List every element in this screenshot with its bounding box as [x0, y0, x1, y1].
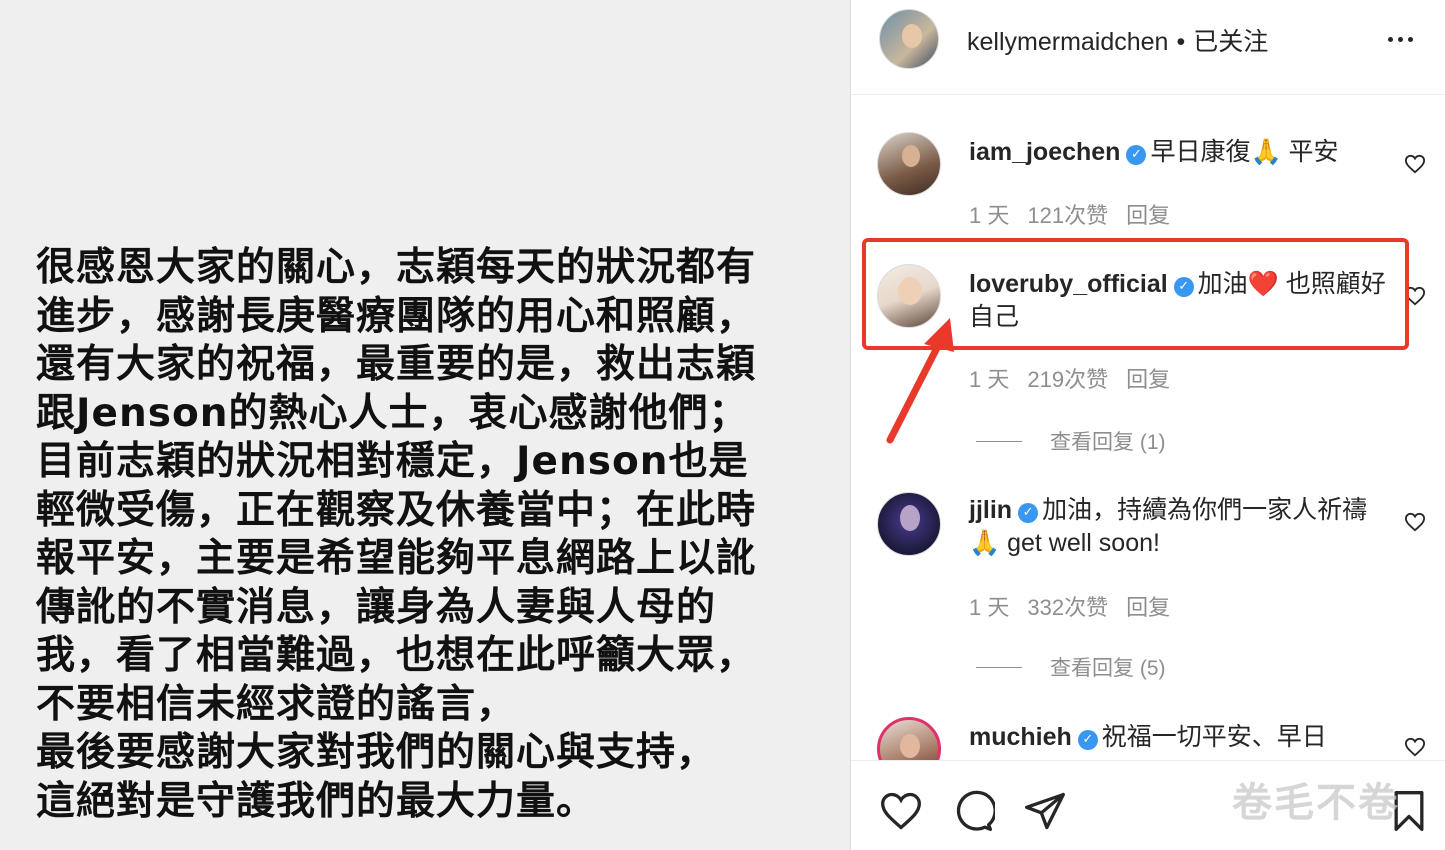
like-heart-icon[interactable] [879, 789, 923, 833]
reply-button[interactable]: 回复 [1126, 595, 1170, 620]
comment-likes[interactable]: 219次赞 [1027, 367, 1108, 392]
post-line: 還有大家的祝福，最重要的是，救出志穎 [36, 342, 757, 387]
comment-meta: 1 天 219次赞 回复 [969, 362, 1188, 394]
post-line: 傳訛的不實消息，讓身為人妻與人母的 [36, 584, 717, 630]
like-comment-heart-icon[interactable] [1404, 154, 1426, 174]
comment-text: iam_joechen ✓ 早日康復🙏 平安 [969, 136, 1389, 169]
view-replies-link[interactable]: 查看回复 (5) [976, 652, 1166, 682]
post-line: 最後要感謝大家對我們的關心與支持， [36, 730, 717, 775]
post-line: 很感恩大家的關心，志穎每天的狀況都有 [36, 245, 757, 290]
commenter-avatar[interactable] [877, 132, 941, 196]
comment-likes[interactable]: 332次赞 [1027, 595, 1108, 620]
comment-time: 1 天 [969, 367, 1010, 392]
comment-text: muchieh ✓ 祝福一切平安、早日 [969, 721, 1389, 754]
replies-divider [976, 441, 1022, 442]
comment-item: iam_joechen ✓ 早日康復🙏 平安 1 天 121次赞 回复 [851, 130, 1445, 230]
comment-item: jjlin ✓ 加油，持續為你們一家人祈禱🙏 get well soon! 1 天3… [851, 490, 1445, 680]
comment-likes[interactable]: 121次赞 [1027, 203, 1108, 228]
post-line: 目前志穎的狀況相對穩定，Jenson也是 [36, 439, 749, 484]
comment-username[interactable]: jjlin [969, 496, 1012, 524]
post-line: 報平安，主要是希望能夠平息網路上以訛 [36, 536, 757, 581]
verified-badge-icon: ✓ [1126, 145, 1147, 165]
post-line: 進步，感謝長庚醫療團隊的用心和照顧， [36, 293, 757, 339]
comment-body: 早日康復🙏 平安 [1150, 138, 1339, 166]
comment-meta: 1 天 121次赞 回复 [969, 198, 1188, 230]
post-image: 很感恩大家的關心，志穎每天的狀況都有 進步，感謝長庚醫療團隊的用心和照顧， 還有… [0, 0, 850, 850]
like-comment-heart-icon[interactable] [1404, 737, 1426, 757]
comment-body: 祝福一切平安、早日 [1101, 723, 1327, 751]
header-user: kellymermaidchen • 已关注 [967, 22, 1268, 58]
author-avatar[interactable] [879, 9, 939, 69]
author-username[interactable]: kellymermaidchen [967, 28, 1168, 56]
verified-badge-icon: ✓ [1077, 730, 1098, 750]
comment-username[interactable]: muchieh [969, 723, 1072, 751]
watermark: 卷毛不卷 [1232, 780, 1400, 826]
separator-dot: • [1176, 28, 1186, 56]
comment-meta: 1 天 332次赞 回复 [969, 590, 1188, 622]
like-comment-heart-icon[interactable] [1404, 512, 1426, 532]
comment-text: jjlin ✓ 加油，持續為你們一家人祈禱🙏 get well soon! [969, 494, 1389, 560]
view-replies-link[interactable]: 查看回复 (1) [976, 426, 1166, 456]
comment-bubble-icon[interactable] [951, 789, 995, 833]
view-replies-label[interactable]: 查看回复 (5) [1050, 657, 1166, 680]
more-options-icon[interactable] [1386, 30, 1416, 50]
annotation-arrow-icon [886, 318, 954, 444]
reply-button[interactable]: 回复 [1126, 367, 1170, 392]
post-line: 這絕對是守護我們的最大力量。 [36, 778, 597, 824]
comment-item: muchieh ✓ 祝福一切平安、早日 [851, 715, 1445, 760]
verified-badge-icon: ✓ [1018, 503, 1039, 523]
view-replies-label[interactable]: 查看回复 (1) [1050, 431, 1166, 454]
post-line: 跟Jenson的熱心人士，衷心感謝他們； [36, 390, 749, 436]
follow-status-button[interactable]: 已关注 [1193, 28, 1268, 56]
commenter-avatar[interactable] [877, 492, 941, 556]
post-line: 輕微受傷，正在觀察及休養當中；在此時 [36, 487, 757, 533]
post-line: 我，看了相當難過，也想在此呼籲大眾， [36, 633, 757, 678]
post-line: 不要相信未經求證的謠言， [36, 681, 517, 727]
post-header: kellymermaidchen • 已关注 [851, 0, 1445, 95]
comment-time: 1 天 [969, 203, 1010, 228]
reply-button[interactable]: 回复 [1126, 203, 1170, 228]
share-send-icon[interactable] [1023, 789, 1067, 833]
post-text: 很感恩大家的關心，志穎每天的狀況都有 進步，感謝長庚醫療團隊的用心和照顧， 還有… [36, 244, 836, 826]
comment-time: 1 天 [969, 595, 1010, 620]
comment-username[interactable]: iam_joechen [969, 138, 1120, 166]
replies-divider [976, 667, 1022, 668]
commenter-avatar[interactable] [877, 717, 941, 760]
